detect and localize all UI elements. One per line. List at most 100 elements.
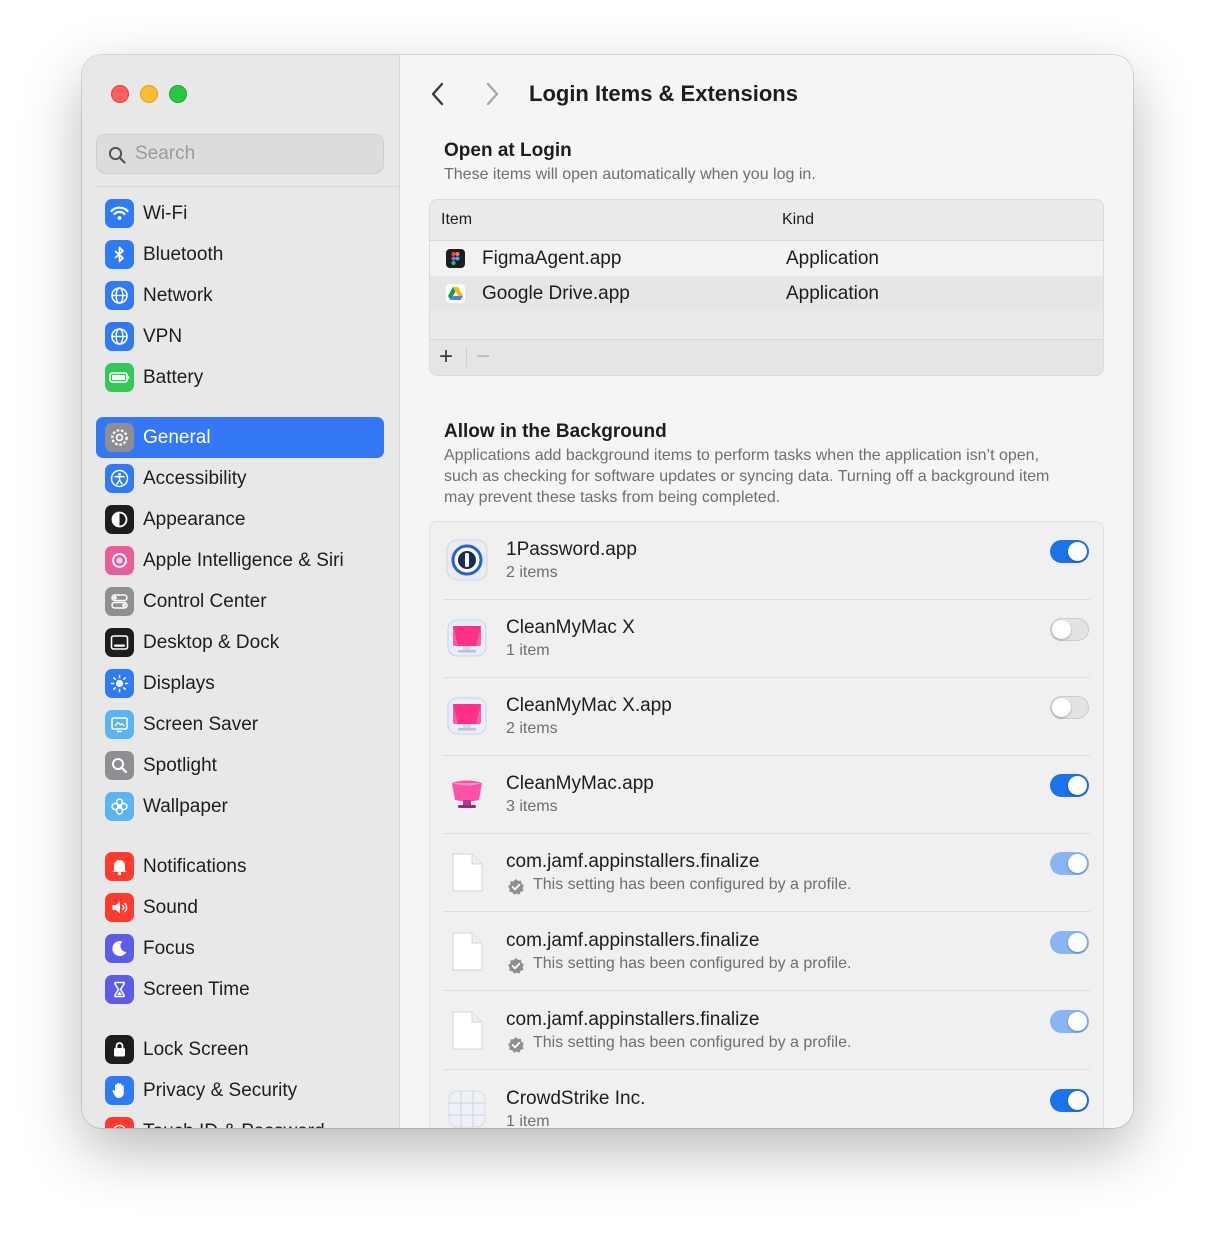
- background-item-toggle: [1050, 1010, 1089, 1033]
- document-icon: [446, 930, 488, 972]
- back-chevron-icon[interactable]: [430, 82, 446, 106]
- background-item-count: 3 items: [506, 798, 558, 815]
- sidebar-item-label: VPN: [143, 325, 183, 347]
- sidebar-item-touch-id-and-password[interactable]: Touch ID & Password: [96, 1111, 384, 1128]
- managed-profile-badge-icon: [507, 957, 525, 980]
- background-item-name: com.jamf.appinstallers.finalize: [506, 851, 760, 872]
- sidebar-item-spotlight[interactable]: Spotlight: [96, 745, 384, 786]
- remove-login-item-button[interactable]: −: [476, 343, 490, 371]
- allow-background-title: Allow in the Background: [444, 421, 667, 442]
- sidebar-item-displays[interactable]: Displays: [96, 663, 384, 704]
- sidebar-item-notifications[interactable]: Notifications: [96, 846, 384, 887]
- figma-icon: [446, 249, 465, 268]
- sidebar-item-wallpaper[interactable]: Wallpaper: [96, 786, 384, 827]
- sun-icon: [105, 669, 134, 698]
- toggle-knob: [1068, 776, 1087, 795]
- globe-icon: [105, 281, 134, 310]
- column-header-item[interactable]: Item: [441, 211, 472, 229]
- close-button[interactable]: [111, 85, 129, 103]
- background-items-list: 1Password.app 2 items CleanMyMac X1 item Cl…: [429, 521, 1104, 1128]
- table-row[interactable]: FigmaAgent.app Application: [430, 241, 1103, 276]
- window-controls: [111, 85, 187, 103]
- sidebar-item-label: Accessibility: [143, 467, 247, 489]
- managed-by-profile-note: This setting has been configured by a pr…: [533, 876, 852, 893]
- sidebar-item-focus[interactable]: Focus: [96, 928, 384, 969]
- sidebar-item-screen-saver[interactable]: Screen Saver: [96, 704, 384, 745]
- sidebar-item-network[interactable]: Network: [96, 275, 384, 316]
- sidebar-item-bluetooth[interactable]: Bluetooth: [96, 234, 384, 275]
- sidebar-item-desktop-and-dock[interactable]: Desktop & Dock: [96, 622, 384, 663]
- minimize-button[interactable]: [140, 85, 158, 103]
- managed-by-profile-note: This setting has been configured by a pr…: [533, 955, 852, 972]
- sidebar-item-label: Sound: [143, 896, 198, 918]
- sidebar-item-apple-intelligence-and-siri[interactable]: Apple Intelligence & Siri: [96, 540, 384, 581]
- sidebar-nav: Wi-Fi Bluetooth Network VPN Battery General Ac…: [96, 193, 384, 1128]
- login-item-kind: Application: [786, 248, 879, 269]
- background-item-row: com.jamf.appinstallers.finalize This sett…: [430, 913, 1103, 991]
- background-item-toggle[interactable]: [1050, 1089, 1089, 1112]
- sidebar-item-accessibility[interactable]: Accessibility: [96, 458, 384, 499]
- background-item-name: CleanMyMac X.app: [506, 695, 672, 716]
- bell-icon: [105, 852, 134, 881]
- cleanmymac-icon: [446, 773, 488, 815]
- zoom-button[interactable]: [169, 85, 187, 103]
- document-icon: [446, 1009, 488, 1051]
- sidebar-item-label: Lock Screen: [143, 1038, 249, 1060]
- sidebar-item-label: Displays: [143, 672, 215, 694]
- toggle-knob: [1052, 620, 1071, 639]
- login-item-kind: Application: [786, 283, 879, 304]
- sidebar-item-battery[interactable]: Battery: [96, 357, 384, 398]
- sidebar-item-control-center[interactable]: Control Center: [96, 581, 384, 622]
- battery-icon: [105, 363, 134, 392]
- flower-icon: [105, 792, 134, 821]
- background-item-toggle[interactable]: [1050, 774, 1089, 797]
- search-input[interactable]: [135, 135, 375, 173]
- background-item-row: com.jamf.appinstallers.finalize This sett…: [430, 992, 1103, 1070]
- column-header-kind[interactable]: Kind: [782, 211, 814, 229]
- background-item-count: 2 items: [506, 564, 558, 581]
- open-at-login-description: These items will open automatically when…: [444, 166, 816, 183]
- vpn-globe-icon: [105, 322, 134, 351]
- sidebar-item-wi-fi[interactable]: Wi-Fi: [96, 193, 384, 234]
- background-item-name: CleanMyMac.app: [506, 773, 654, 794]
- siri-icon: [105, 546, 134, 575]
- wifi-icon: [105, 199, 134, 228]
- sidebar-item-screen-time[interactable]: Screen Time: [96, 969, 384, 1010]
- background-item-name: CleanMyMac X: [506, 617, 635, 638]
- moon-icon: [105, 934, 134, 963]
- sidebar-item-label: Bluetooth: [143, 243, 224, 265]
- sidebar-item-label: Screen Time: [143, 978, 250, 1000]
- background-item-name: CrowdStrike Inc.: [506, 1088, 646, 1109]
- document-icon: [446, 851, 488, 893]
- background-item-row: CleanMyMac.app 3 items: [430, 756, 1103, 834]
- sidebar-item-vpn[interactable]: VPN: [96, 316, 384, 357]
- search-icon: [108, 146, 126, 164]
- speaker-icon: [105, 893, 134, 922]
- managed-by-profile-note: This setting has been configured by a pr…: [533, 1034, 852, 1051]
- sidebar-item-label: General: [143, 426, 211, 448]
- hourglass-icon: [105, 975, 134, 1004]
- sidebar-item-sound[interactable]: Sound: [96, 887, 384, 928]
- managed-profile-badge-icon: [507, 1036, 525, 1059]
- sidebar-item-label: Apple Intelligence & Siri: [143, 549, 344, 571]
- background-item-name: 1Password.app: [506, 539, 637, 560]
- sidebar-item-label: Wallpaper: [143, 795, 228, 817]
- background-item-toggle[interactable]: [1050, 696, 1089, 719]
- sidebar-item-lock-screen[interactable]: Lock Screen: [96, 1029, 384, 1070]
- search-field[interactable]: [96, 134, 384, 174]
- cleanmymac-x-icon: [446, 695, 488, 737]
- forward-chevron-icon[interactable]: [484, 82, 500, 106]
- login-item-name: FigmaAgent.app: [482, 248, 622, 269]
- add-login-item-button[interactable]: +: [439, 343, 453, 371]
- background-item-toggle[interactable]: [1050, 618, 1089, 641]
- sidebar-item-appearance[interactable]: Appearance: [96, 499, 384, 540]
- sidebar-item-privacy-and-security[interactable]: Privacy & Security: [96, 1070, 384, 1111]
- sidebar-item-label: Control Center: [143, 590, 267, 612]
- table-row[interactable]: Google Drive.app Application: [430, 276, 1103, 311]
- managed-profile-badge-icon: [507, 878, 525, 901]
- background-item-toggle[interactable]: [1050, 540, 1089, 563]
- sidebar-item-general[interactable]: General: [96, 417, 384, 458]
- 1password-icon: [446, 539, 488, 581]
- gear-icon: [105, 423, 134, 452]
